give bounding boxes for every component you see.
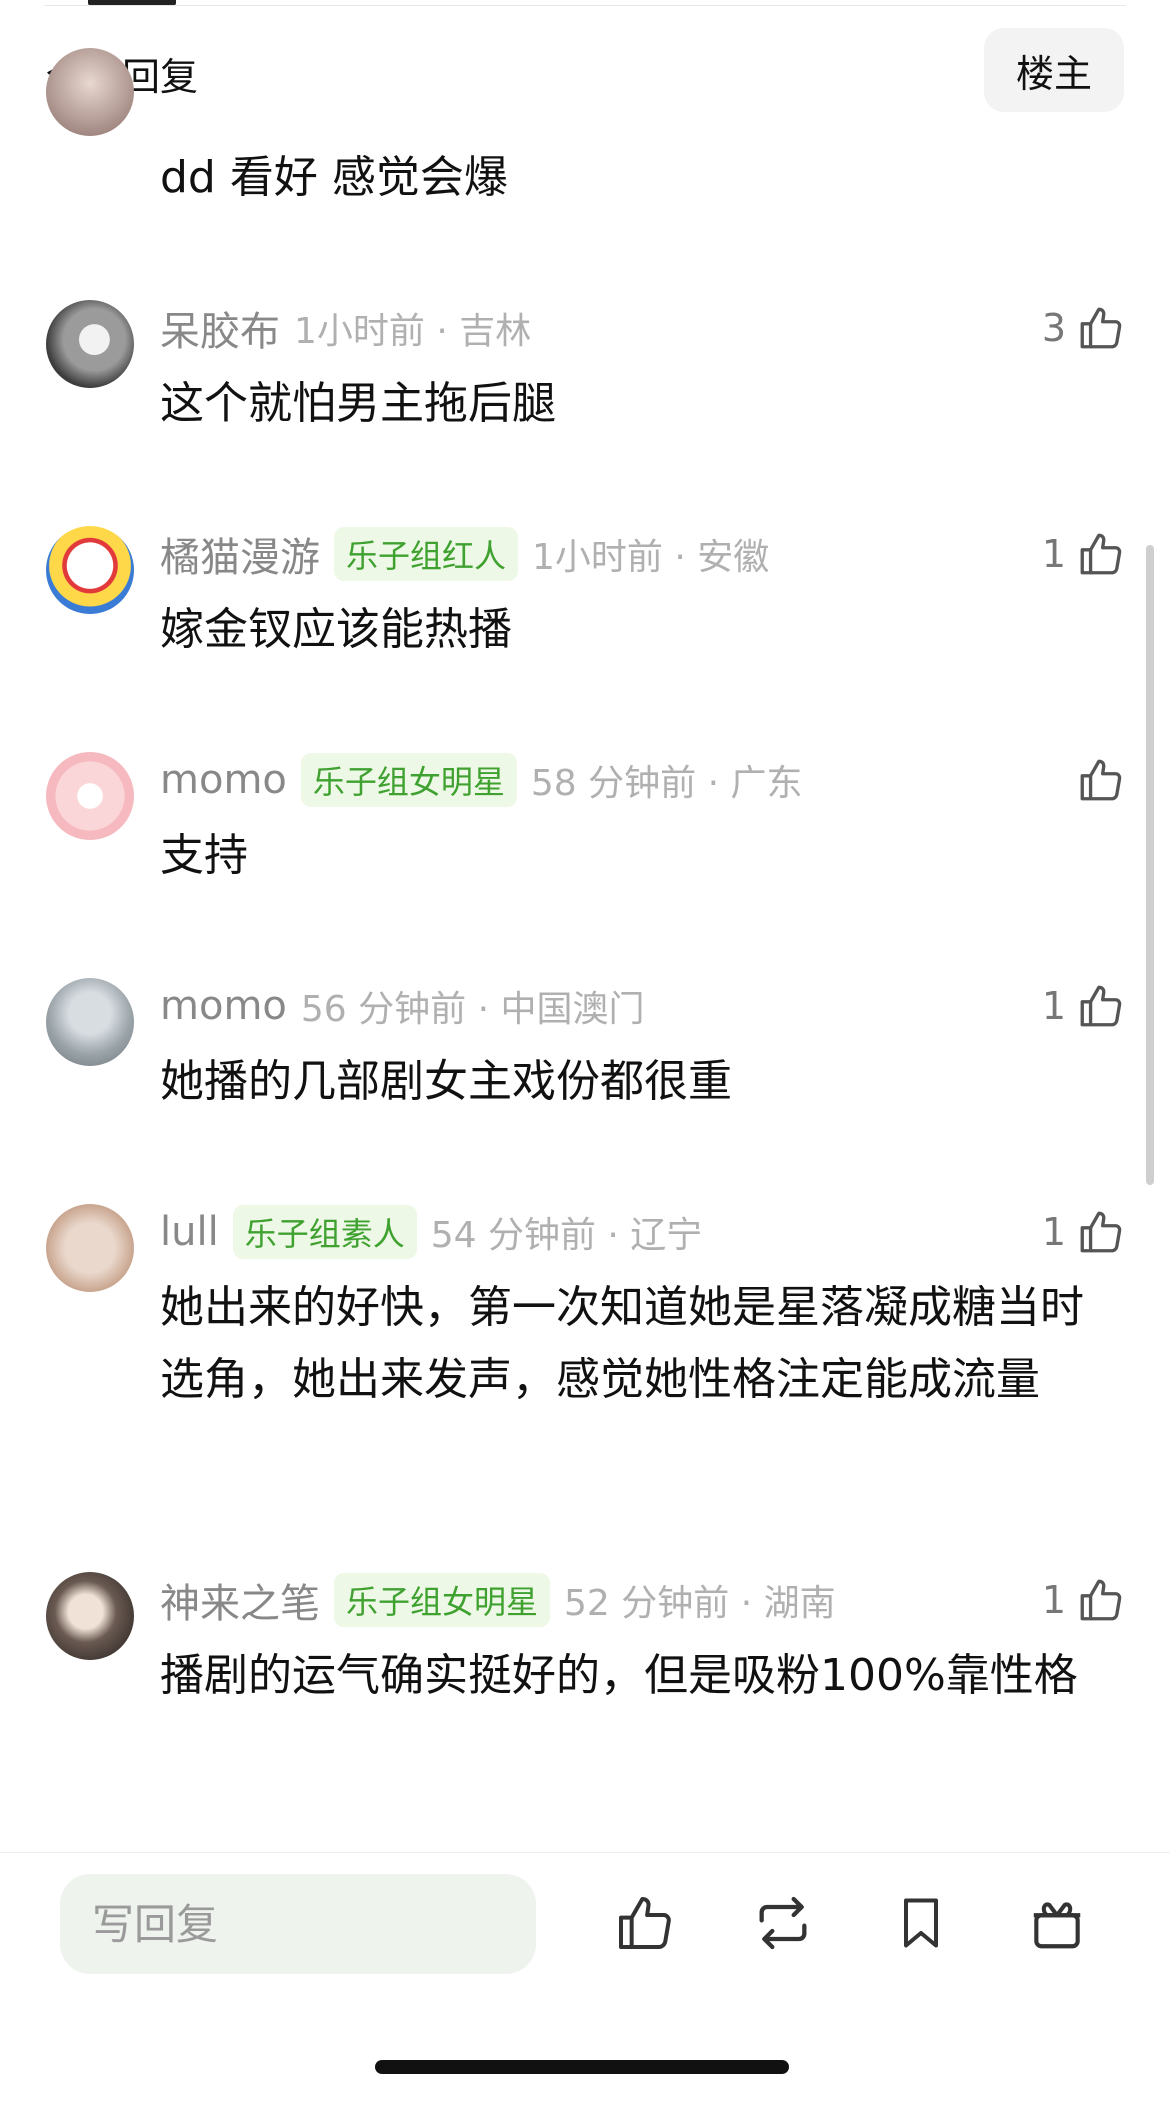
comment-text: 支持 (160, 830, 248, 881)
user-name[interactable]: momo (160, 983, 287, 1029)
comment-item: 橘猫漫游 乐子组红人 1小时前 · 安徽 1 嫁金钗应该能热播 (0, 526, 1170, 666)
like-count: 1 (1041, 1210, 1066, 1254)
bookmark-icon[interactable] (886, 1888, 956, 1958)
user-name[interactable]: momo (160, 757, 287, 803)
comment-meta: 呆胶布 1小时前 · 吉林 (160, 300, 531, 356)
like-icon[interactable] (610, 1888, 680, 1958)
user-name[interactable]: 神来之笔 (160, 1571, 320, 1629)
comment-text: 这个就怕男主拖后腿 (160, 378, 556, 429)
thumbs-up-icon (1076, 1575, 1126, 1625)
comment-text: 播剧的运气确实挺好的，但是吸粉100%靠性格 (160, 1650, 1078, 1701)
like-button[interactable]: 3 (1042, 300, 1126, 356)
comment-meta: 神来之笔 乐子组女明星 52 分钟前 · 湖南 (160, 1572, 836, 1628)
comment-item: dd 看好 感觉会爆 (0, 48, 1170, 220)
avatar[interactable] (46, 300, 134, 388)
comment-meta: lull 乐子组素人 54 分钟前 · 辽宁 (160, 1204, 702, 1260)
user-badge: 乐子组女明星 (300, 753, 517, 807)
comment-item: lull 乐子组素人 54 分钟前 · 辽宁 1 她出来的好快，第一次知道她是星… (0, 1204, 1170, 1484)
avatar[interactable] (46, 1204, 134, 1292)
avatar[interactable] (46, 752, 134, 840)
comment-meta: 橘猫漫游 乐子组红人 1小时前 · 安徽 (160, 526, 769, 582)
user-badge: 乐子组女明星 (334, 1573, 551, 1627)
like-button[interactable] (1076, 752, 1126, 808)
avatar[interactable] (46, 526, 134, 614)
scrollbar[interactable] (1146, 545, 1154, 1185)
avatar[interactable] (46, 1572, 134, 1660)
like-button[interactable]: 1 (1042, 526, 1126, 582)
reply-input[interactable] (60, 1874, 536, 1974)
time-location: 58 分钟前 · 广东 (530, 763, 803, 804)
home-indicator (375, 2060, 789, 2074)
comment-text: 她播的几部剧女主戏份都很重 (160, 1056, 732, 1107)
time-location: 56 分钟前 · 中国澳门 (300, 989, 645, 1030)
bottom-divider (0, 1852, 1170, 1853)
top-divider (44, 5, 1126, 6)
comment-text: dd 看好 感觉会爆 (160, 152, 508, 203)
repost-icon[interactable] (748, 1888, 818, 1958)
comment-text: 嫁金钗应该能热播 (160, 604, 512, 655)
owner-only-button[interactable]: 楼主 (984, 28, 1124, 112)
comment-item: 呆胶布 1小时前 · 吉林 3 这个就怕男主拖后腿 (0, 300, 1170, 440)
like-count: 1 (1041, 532, 1066, 576)
like-count: 1 (1041, 1578, 1066, 1622)
replies-header: 全部回复 楼主 (0, 28, 1170, 114)
avatar[interactable] (46, 48, 134, 136)
thumbs-up-icon (1076, 529, 1126, 579)
avatar[interactable] (46, 978, 134, 1066)
comment-item: momo 56 分钟前 · 中国澳门 1 她播的几部剧女主戏份都很重 (0, 978, 1170, 1118)
time-location: 54 分钟前 · 辽宁 (430, 1215, 703, 1256)
thumbs-up-icon (1076, 303, 1126, 353)
gift-icon[interactable] (1022, 1888, 1092, 1958)
like-count: 1 (1041, 984, 1066, 1028)
comment-item: 神来之笔 乐子组女明星 52 分钟前 · 湖南 1 播剧的运气确实挺好的，但是吸… (0, 1572, 1170, 1782)
like-button[interactable]: 1 (1042, 1572, 1126, 1628)
user-name[interactable]: lull (160, 1209, 219, 1255)
comment-meta: momo 56 分钟前 · 中国澳门 (160, 978, 644, 1034)
thumbs-up-icon (1076, 981, 1126, 1031)
time-location: 52 分钟前 · 湖南 (564, 1583, 836, 1624)
time-location: 1小时前 · 吉林 (294, 311, 532, 352)
comment-meta: momo 乐子组女明星 58 分钟前 · 广东 (160, 752, 802, 808)
thumbs-up-icon (1076, 1207, 1126, 1257)
user-badge: 乐子组素人 (232, 1205, 417, 1259)
time-location: 1小时前 · 安徽 (532, 537, 770, 578)
thumbs-up-icon (1076, 755, 1126, 805)
comment-item: momo 乐子组女明星 58 分钟前 · 广东 支持 (0, 752, 1170, 892)
comment-text: 她出来的好快，第一次知道她是星落凝成糖当时选角，她出来发声，感觉她性格注定能成流… (160, 1282, 1084, 1405)
like-button[interactable]: 1 (1042, 1204, 1126, 1260)
user-name[interactable]: 呆胶布 (160, 299, 280, 357)
user-name[interactable]: 橘猫漫游 (160, 525, 320, 583)
like-count: 3 (1041, 306, 1066, 350)
like-button[interactable]: 1 (1042, 978, 1126, 1034)
user-badge: 乐子组红人 (334, 527, 519, 581)
